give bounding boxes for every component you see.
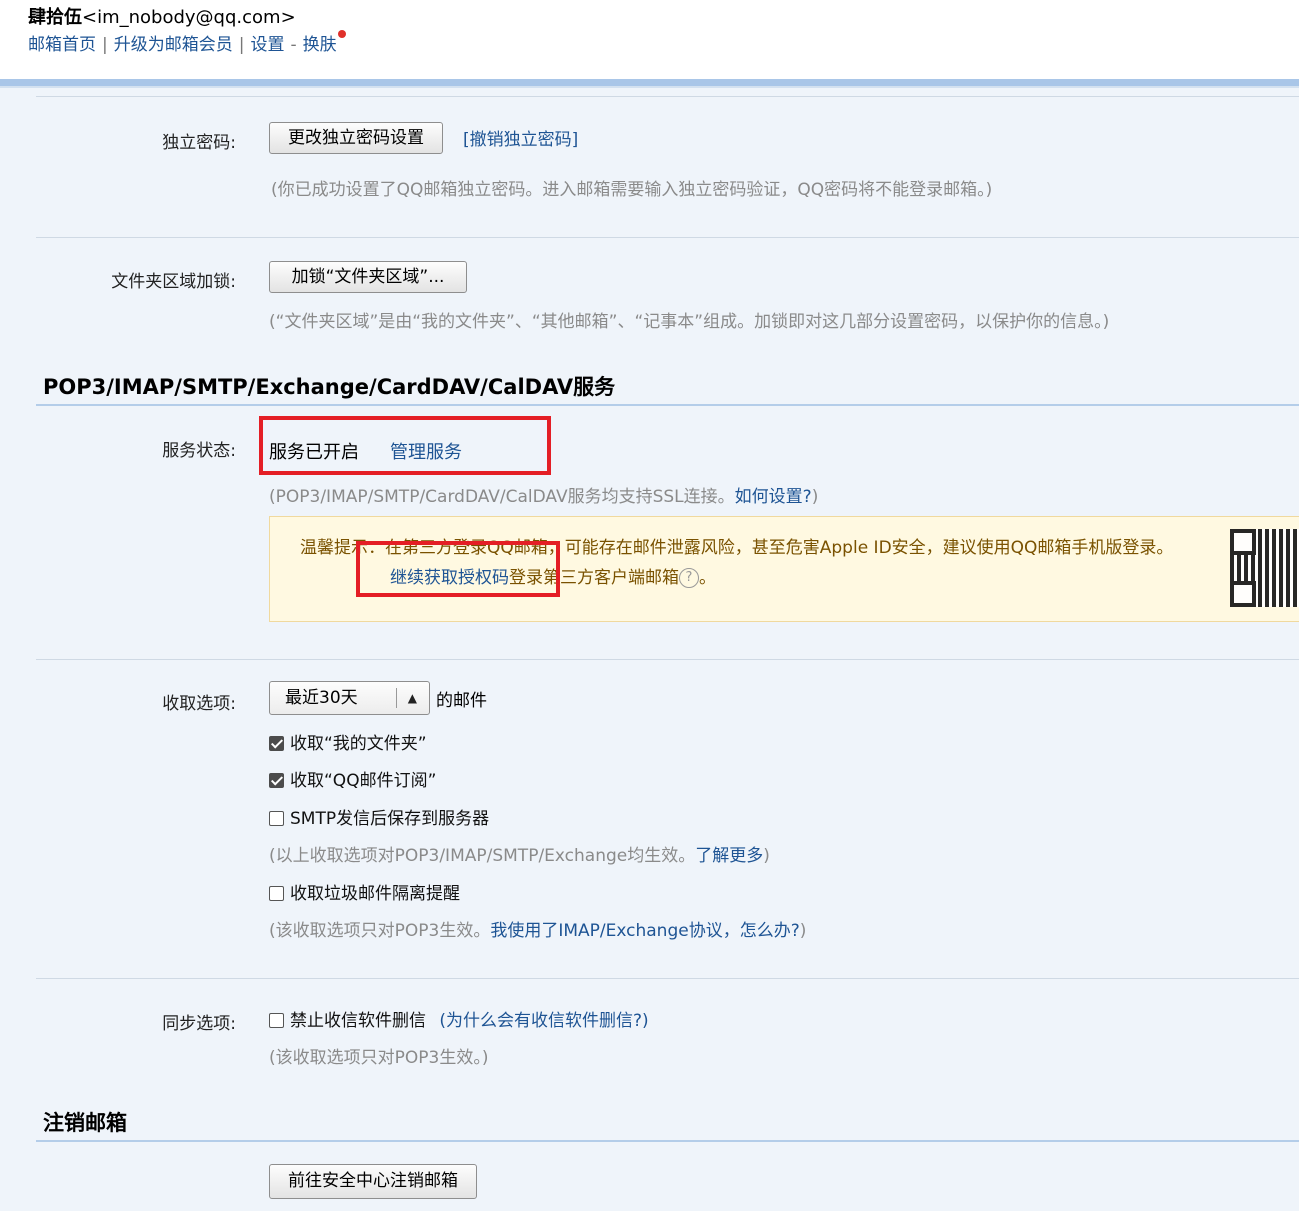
option-my-folders-row[interactable]: 收取“我的文件夹”: [269, 729, 427, 754]
option-smtp-save-label: SMTP发信后保存到服务器: [290, 809, 490, 829]
highlight-box: [356, 541, 560, 597]
nav-separator: |: [238, 35, 245, 55]
receive-note-1-suffix: ): [763, 846, 770, 866]
cancel-section-title: 注销邮箱: [43, 1111, 127, 1135]
qr-code-icon: [1230, 529, 1299, 607]
imap-exchange-help-link[interactable]: 我使用了IMAP/Exchange协议，怎么办?: [490, 921, 799, 941]
receive-note-2-prefix: (该收取选项只对POP3生效。: [269, 921, 491, 941]
services-section-title: POP3/IMAP/SMTP/Exchange/CardDAV/CalDAV服务: [43, 375, 616, 399]
header-divider: [0, 79, 1299, 86]
change-password-button[interactable]: 更改独立密码设置: [269, 122, 443, 154]
no-delete-checkbox[interactable]: [269, 1013, 284, 1028]
smtp-save-checkbox[interactable]: [269, 811, 284, 826]
auth-code-end: 。: [699, 568, 716, 588]
ssl-note-suffix: ): [811, 487, 819, 507]
user-email: <im_nobody@qq.com>: [82, 7, 296, 28]
divider: [36, 96, 1299, 97]
service-status-label: 服务状态:: [162, 441, 236, 461]
receive-note-2-suffix: ): [799, 921, 807, 941]
option-qq-subscription-row[interactable]: 收取“QQ邮件订阅”: [269, 766, 436, 791]
nav-skin-link[interactable]: 换肤: [303, 35, 337, 55]
nav-home-link[interactable]: 邮箱首页: [28, 35, 96, 55]
help-icon[interactable]: ?: [679, 568, 699, 588]
my-folders-checkbox[interactable]: [269, 736, 284, 751]
option-my-folders-label: 收取“我的文件夹”: [290, 734, 427, 754]
divider: [36, 978, 1299, 979]
why-delete-link[interactable]: (为什么会有收信软件删信?): [439, 1011, 648, 1031]
nav-dash: -: [290, 35, 297, 55]
receive-note-1: (以上收取选项对POP3/IMAP/SMTP/Exchange均生效。了解更多): [269, 841, 770, 866]
folder-lock-label: 文件夹区域加锁:: [111, 272, 236, 292]
user-name: 肆拾伍: [28, 7, 82, 28]
option-no-delete-label: 禁止收信软件删信: [290, 1011, 426, 1031]
learn-more-link[interactable]: 了解更多: [695, 846, 763, 866]
nav-separator: |: [102, 35, 108, 55]
nav-settings-link[interactable]: 设置: [250, 35, 284, 55]
user-identity: 肆拾伍<im_nobody@qq.com>: [28, 3, 296, 29]
receive-note-2: (该收取选项只对POP3生效。我使用了IMAP/Exchange协议，怎么办?): [269, 916, 806, 941]
option-spam-reminder-label: 收取垃圾邮件隔离提醒: [290, 884, 460, 904]
notification-dot-icon: [337, 30, 346, 38]
cancel-mailbox-button[interactable]: 前往安全中心注销邮箱: [269, 1164, 477, 1199]
divider: [36, 237, 1299, 238]
section-divider: [36, 404, 1299, 406]
folder-lock-button[interactable]: 加锁“文件夹区域”...: [269, 261, 467, 293]
top-nav: 邮箱首页 | 升级为邮箱会员 | 设置 - 换肤: [28, 30, 346, 55]
password-label: 独立密码:: [162, 133, 236, 153]
ssl-note-prefix: (POP3/IMAP/SMTP/CardDAV/CalDAV服务均支持SSL连接…: [269, 487, 735, 507]
option-spam-reminder-row[interactable]: 收取垃圾邮件隔离提醒: [269, 879, 460, 904]
spam-reminder-checkbox[interactable]: [269, 886, 284, 901]
folder-lock-note: (“文件夹区域”是由“我的文件夹”、“其他邮箱”、“记事本”组成。加锁即对这几部…: [269, 312, 1110, 332]
option-qq-subscription-label: 收取“QQ邮件订阅”: [290, 771, 437, 791]
receive-note-1-prefix: (以上收取选项对POP3/IMAP/SMTP/Exchange均生效。: [269, 846, 696, 866]
select-arrows-icon: ▲: [407, 691, 417, 705]
how-to-setup-link[interactable]: 如何设置?: [735, 487, 812, 507]
section-divider: [36, 1140, 1299, 1142]
sync-note: (该收取选项只对POP3生效。): [269, 1048, 489, 1068]
receive-range-value: 最近30天: [285, 688, 358, 708]
header: 肆拾伍<im_nobody@qq.com> 邮箱首页 | 升级为邮箱会员 | 设置 - 换肤: [0, 0, 1299, 79]
receive-range-select[interactable]: 最近30天 ▲: [269, 681, 430, 715]
highlight-box: [259, 416, 551, 475]
revoke-password-link[interactable]: [撤销独立密码]: [463, 125, 578, 150]
qq-subscription-checkbox[interactable]: [269, 773, 284, 788]
sync-options-label: 同步选项:: [162, 1014, 236, 1034]
receive-range-suffix: 的邮件: [436, 691, 487, 711]
ssl-note: (POP3/IMAP/SMTP/CardDAV/CalDAV服务均支持SSL连接…: [269, 482, 818, 507]
password-note: (你已成功设置了QQ邮箱独立密码。进入邮箱需要输入独立密码验证，QQ密码将不能登…: [271, 180, 993, 200]
divider: [36, 659, 1299, 660]
option-smtp-save-row[interactable]: SMTP发信后保存到服务器: [269, 804, 489, 829]
header-divider-light: [0, 86, 1299, 88]
option-no-delete-row[interactable]: 禁止收信软件删信 (为什么会有收信软件删信?): [269, 1006, 649, 1031]
select-divider: [396, 688, 397, 708]
receive-options-label: 收取选项:: [162, 694, 236, 714]
nav-upgrade-link[interactable]: 升级为邮箱会员: [114, 35, 233, 55]
